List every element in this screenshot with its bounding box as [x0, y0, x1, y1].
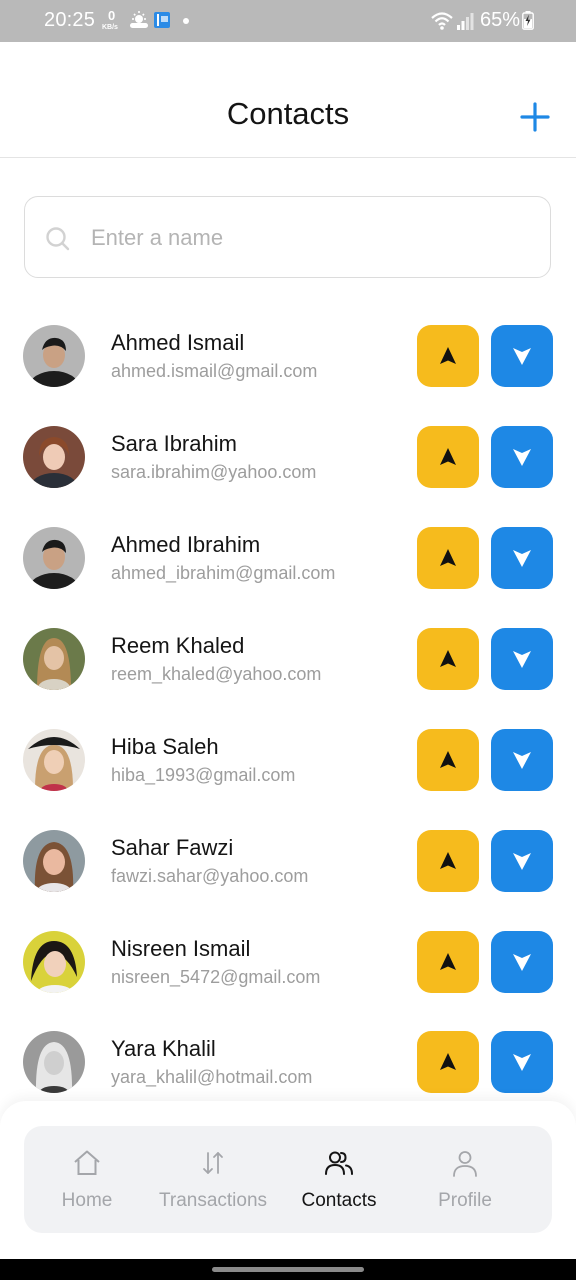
- notification-app-icon: [154, 12, 170, 28]
- contact-name: Reem Khaled: [111, 633, 245, 658]
- contact-name: Ahmed Ismail: [111, 330, 245, 355]
- send-money-button[interactable]: [417, 729, 479, 791]
- wifi-icon: [431, 12, 453, 30]
- signal-icon: [457, 13, 474, 30]
- contact-row[interactable]: Ahmed Ismail ahmed.ismail@gmail.com: [0, 325, 576, 426]
- request-money-button[interactable]: [491, 628, 553, 690]
- contact-name: Nisreen Ismail: [111, 936, 251, 961]
- request-money-button[interactable]: [491, 527, 553, 589]
- send-money-button[interactable]: [417, 830, 479, 892]
- request-money-button[interactable]: [491, 830, 553, 892]
- search-box[interactable]: [24, 196, 551, 278]
- avatar: [23, 426, 85, 488]
- contact-email: sara.ibrahim@yahoo.com: [111, 462, 317, 482]
- avatar: [23, 527, 85, 589]
- contacts-icon: [325, 1151, 353, 1175]
- request-money-button[interactable]: [491, 931, 553, 993]
- weather-icon: [130, 11, 148, 28]
- request-money-button[interactable]: [491, 426, 553, 488]
- contact-email: ahmed_ibrahim@gmail.com: [111, 563, 336, 583]
- arrow-down-icon: [513, 348, 531, 365]
- home-indicator[interactable]: [212, 1267, 364, 1272]
- contact-row[interactable]: Ahmed Ibrahim ahmed_ibrahim@gmail.com: [0, 527, 576, 628]
- status-time: 20:25: [44, 9, 96, 31]
- arrow-down-icon: [513, 651, 531, 668]
- contact-name: Sara Ibrahim: [111, 431, 237, 456]
- profile-icon: [453, 1151, 477, 1177]
- arrow-up-icon: [440, 448, 456, 465]
- avatar: [23, 1031, 85, 1093]
- avatar: [23, 729, 85, 791]
- arrow-down-icon: [513, 550, 531, 567]
- arrow-up-icon: [440, 751, 456, 768]
- contact-email: fawzi.sahar@yahoo.com: [111, 866, 309, 886]
- arrow-down-icon: [513, 1054, 531, 1071]
- contact-email: hiba_1993@gmail.com: [111, 765, 296, 785]
- nav-label-profile: Profile: [438, 1190, 492, 1211]
- arrow-up-icon: [440, 347, 456, 364]
- send-money-button[interactable]: [417, 931, 479, 993]
- avatar: [23, 830, 85, 892]
- contact-email: nisreen_5472@gmail.com: [111, 967, 321, 987]
- send-money-button[interactable]: [417, 527, 479, 589]
- net-speed-indicator: 0 KB/s: [102, 8, 124, 34]
- arrow-up-icon: [440, 1053, 456, 1070]
- app-bar: Contacts: [0, 42, 576, 158]
- battery-percent: 65%: [480, 9, 521, 31]
- bottom-nav: Home Transactions Contacts Profile: [24, 1126, 552, 1233]
- contact-email: yara_khalil@hotmail.com: [111, 1067, 313, 1087]
- nav-label-contacts: Contacts: [301, 1190, 377, 1211]
- contact-name: Ahmed Ibrahim: [111, 532, 261, 557]
- arrow-up-icon: [440, 650, 456, 667]
- page-title: Contacts: [226, 96, 350, 131]
- net-speed-unit: KB/s: [102, 24, 118, 31]
- plus-icon[interactable]: [516, 98, 554, 136]
- nav-item-profile[interactable]: Profile: [402, 1126, 528, 1233]
- nav-item-transactions[interactable]: Transactions: [150, 1126, 276, 1233]
- send-money-button[interactable]: [417, 1031, 479, 1093]
- arrow-down-icon: [513, 954, 531, 971]
- contact-row[interactable]: Sara Ibrahim sara.ibrahim@yahoo.com: [0, 426, 576, 527]
- send-money-button[interactable]: [417, 426, 479, 488]
- contact-row[interactable]: Nisreen Ismail nisreen_5472@gmail.com: [0, 931, 576, 1032]
- request-money-button[interactable]: [491, 325, 553, 387]
- home-icon: [74, 1150, 100, 1175]
- system-nav-bar: [0, 1259, 576, 1280]
- contact-row[interactable]: Hiba Saleh hiba_1993@gmail.com: [0, 729, 576, 830]
- contact-name: Yara Khalil: [111, 1036, 216, 1061]
- send-money-button[interactable]: [417, 628, 479, 690]
- avatar: [23, 325, 85, 387]
- avatar: [23, 628, 85, 690]
- contact-name: Sahar Fawzi: [111, 835, 234, 860]
- transactions-icon: [203, 1152, 223, 1174]
- net-speed-value: 0: [108, 8, 116, 23]
- contact-row[interactable]: Reem Khaled reem_khaled@yahoo.com: [0, 628, 576, 729]
- arrow-down-icon: [513, 752, 531, 769]
- arrow-up-icon: [440, 852, 456, 869]
- request-money-button[interactable]: [491, 729, 553, 791]
- nav-label-transactions: Transactions: [158, 1190, 268, 1211]
- status-bar: 20:25 0 KB/s 65%: [0, 0, 576, 42]
- contact-row[interactable]: Sahar Fawzi fawzi.sahar@yahoo.com: [0, 830, 576, 931]
- notification-dot: [183, 18, 189, 24]
- arrow-down-icon: [513, 853, 531, 870]
- arrow-down-icon: [513, 449, 531, 466]
- nav-item-contacts[interactable]: Contacts: [276, 1126, 402, 1233]
- contact-email: reem_khaled@yahoo.com: [111, 664, 322, 684]
- contact-name: Hiba Saleh: [111, 734, 219, 759]
- contact-email: ahmed.ismail@gmail.com: [111, 361, 318, 381]
- arrow-up-icon: [440, 549, 456, 566]
- search-input[interactable]: [89, 217, 523, 259]
- nav-item-home[interactable]: Home: [24, 1126, 150, 1233]
- nav-label-home: Home: [61, 1190, 113, 1211]
- request-money-button[interactable]: [491, 1031, 553, 1093]
- battery-charging-icon: [522, 11, 534, 30]
- send-money-button[interactable]: [417, 325, 479, 387]
- avatar: [23, 931, 85, 993]
- arrow-up-icon: [440, 953, 456, 970]
- search-icon: [46, 227, 70, 251]
